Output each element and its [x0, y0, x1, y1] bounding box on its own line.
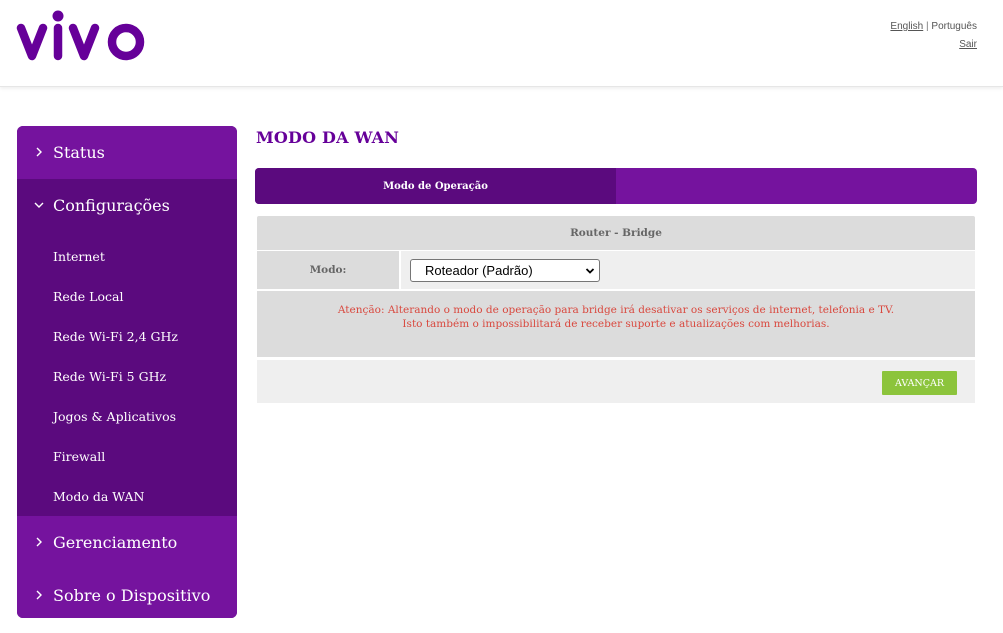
- sidebar-subitem-label: Jogos & Aplicativos: [53, 408, 177, 424]
- sidebar-item-gerenciamento[interactable]: Gerenciamento: [17, 516, 237, 569]
- mode-label: Modo:: [257, 251, 399, 289]
- tab-bar: Modo de Operação: [255, 168, 977, 204]
- lang-portugues-label: Português: [931, 21, 977, 32]
- sidebar-subitem-modo-wan[interactable]: Modo da WAN: [17, 476, 237, 516]
- sidebar-item-label: Sobre o Dispositivo: [53, 586, 211, 605]
- chevron-right-icon: [33, 536, 45, 548]
- action-row: AVANÇAR: [257, 360, 975, 403]
- mode-row: Modo: Roteador (Padrão): [257, 251, 975, 289]
- tab-modo-operacao[interactable]: Modo de Operação: [255, 168, 616, 204]
- sidebar: Status Configurações Internet Rede Local…: [17, 126, 237, 618]
- section-header: Router - Bridge: [257, 216, 975, 250]
- language-switcher: English | Português Sair: [890, 18, 977, 54]
- warning-line-2: Isto também o impossibilitará de receber…: [402, 318, 830, 330]
- sidebar-subitem-label: Internet: [53, 248, 105, 264]
- mode-value-cell: Roteador (Padrão): [401, 251, 975, 289]
- sidebar-item-status[interactable]: Status: [17, 126, 237, 179]
- sidebar-item-configuracoes[interactable]: Configurações: [17, 179, 237, 232]
- sidebar-item-label: Configurações: [53, 196, 170, 215]
- sidebar-subitem-firewall[interactable]: Firewall: [17, 436, 237, 476]
- sidebar-item-sobre-dispositivo[interactable]: Sobre o Dispositivo: [17, 569, 237, 618]
- sidebar-subitem-label: Firewall: [53, 448, 106, 464]
- chevron-right-icon: [33, 146, 45, 158]
- logout-link[interactable]: Sair: [959, 39, 977, 50]
- sidebar-subitem-rede-local[interactable]: Rede Local: [17, 276, 237, 316]
- select-caret-icon: [585, 267, 595, 274]
- page-title: MODO DA WAN: [256, 128, 400, 147]
- sidebar-subitem-label: Rede Wi-Fi 5 GHz: [53, 368, 167, 384]
- sidebar-item-label: Gerenciamento: [53, 533, 178, 552]
- sidebar-subitem-jogos-aplicativos[interactable]: Jogos & Aplicativos: [17, 396, 237, 436]
- chevron-right-icon: [33, 589, 45, 601]
- lang-separator: |: [926, 21, 929, 32]
- next-button[interactable]: AVANÇAR: [882, 371, 957, 395]
- lang-english-link[interactable]: English: [890, 21, 923, 32]
- warning-line-1: Atenção: Alterando o modo de operação pa…: [337, 304, 895, 316]
- wan-mode-panel: Router - Bridge Modo: Roteador (Padrão) …: [257, 216, 975, 403]
- sidebar-subitem-internet[interactable]: Internet: [17, 236, 237, 276]
- sidebar-subitem-wifi-24[interactable]: Rede Wi-Fi 2,4 GHz: [17, 316, 237, 356]
- sidebar-item-label: Status: [53, 143, 105, 162]
- sidebar-subitem-label: Modo da WAN: [53, 488, 145, 504]
- chevron-down-icon: [33, 199, 45, 211]
- sidebar-subitem-label: Rede Wi-Fi 2,4 GHz: [53, 328, 178, 344]
- vivo-logo[interactable]: [16, 10, 151, 66]
- sidebar-subitem-wifi-5[interactable]: Rede Wi-Fi 5 GHz: [17, 356, 237, 396]
- sidebar-subitem-label: Rede Local: [53, 288, 124, 304]
- mode-select[interactable]: Roteador (Padrão): [410, 258, 600, 282]
- header: English | Português Sair: [0, 0, 1003, 87]
- warning-message: Atenção: Alterando o modo de operação pa…: [257, 291, 975, 357]
- mode-select-value: Roteador (Padrão): [425, 262, 533, 278]
